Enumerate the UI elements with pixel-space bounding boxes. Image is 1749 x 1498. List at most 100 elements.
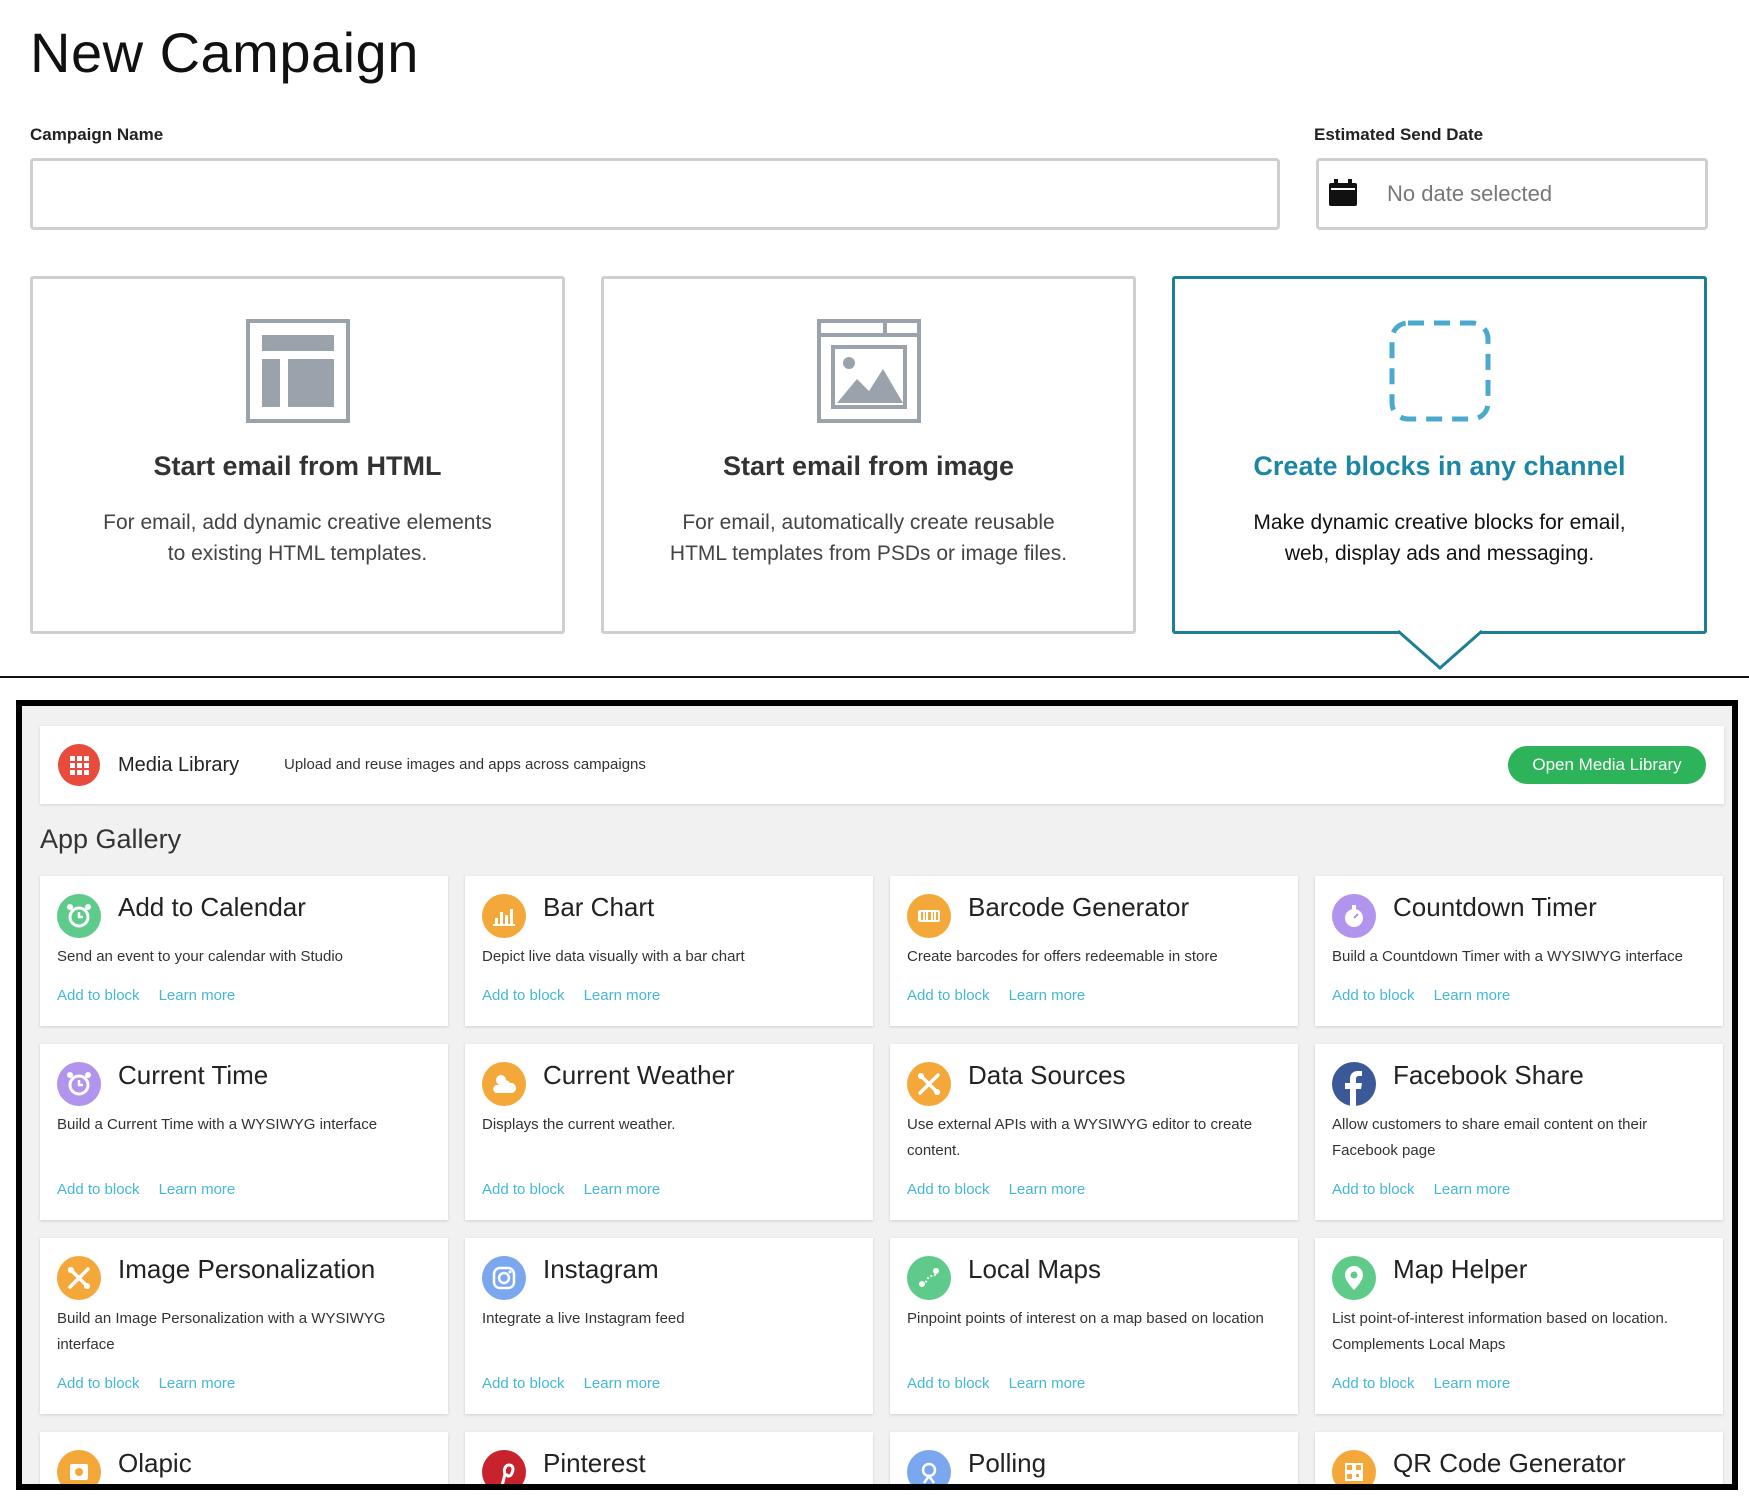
app-links: Add to block Learn more <box>482 987 679 1004</box>
app-description: Integrate a live Instagram feed <box>482 1310 685 1327</box>
app-card: Image Personalization Build an Image Pers… <box>40 1238 448 1414</box>
polling-icon <box>907 1450 951 1484</box>
tools-icon <box>907 1062 951 1106</box>
app-title: Bar Chart <box>543 892 655 922</box>
add-to-block-link[interactable]: Add to block <box>482 1375 565 1392</box>
app-card: Barcode Generator Create barcodes for off… <box>890 876 1298 1026</box>
olapic-icon <box>57 1450 101 1484</box>
app-title: Data Sources <box>968 1060 1126 1090</box>
app-title: Countdown Timer <box>1393 892 1597 922</box>
app-title: Current Weather <box>543 1060 735 1090</box>
app-card: Data Sources Use external APIs with a WYS… <box>890 1044 1298 1220</box>
dashed-block-icon <box>1389 320 1490 422</box>
campaign-name-field[interactable] <box>30 158 1280 230</box>
add-to-block-link[interactable]: Add to block <box>907 1181 990 1198</box>
stopwatch-icon <box>1332 894 1376 938</box>
add-to-block-link[interactable]: Add to block <box>1332 987 1415 1004</box>
app-description: Send an event to your calendar with Stud… <box>57 948 344 965</box>
facebook-icon <box>1332 1062 1376 1106</box>
app-description: Create barcodes for offers redeemable in… <box>907 948 1218 965</box>
barcode-icon <box>907 894 951 938</box>
app-title: Image Personalization <box>118 1254 376 1284</box>
send-date-picker[interactable]: No date selected <box>1316 158 1708 230</box>
app-description: List point-of-interest information based… <box>1332 1310 1669 1353</box>
app-links: Add to block Learn more <box>907 1375 1104 1392</box>
learn-more-link[interactable]: Learn more <box>584 987 661 1004</box>
map-route-icon <box>907 1256 951 1300</box>
add-to-block-link[interactable]: Add to block <box>57 1375 140 1392</box>
app-card: Add to Calendar Send an event to your cal… <box>40 876 448 1026</box>
qr-code-icon <box>1332 1450 1376 1484</box>
app-title: Add to Calendar <box>118 892 306 922</box>
learn-more-link[interactable]: Learn more <box>159 1181 236 1198</box>
app-title: Local Maps <box>968 1254 1101 1284</box>
app-links: Add to block Learn more <box>57 1375 254 1392</box>
option-description: Make dynamic creative blocks for email, … <box>1253 511 1626 565</box>
add-to-block-link[interactable]: Add to block <box>57 1181 140 1198</box>
app-links: Add to block Learn more <box>1332 1181 1529 1198</box>
app-links: Add to block Learn more <box>907 987 1104 1004</box>
app-title: Map Helper <box>1393 1254 1528 1284</box>
app-card: Bar Chart Depict live data visually with … <box>465 876 873 1026</box>
campaign-name-label: Campaign Name <box>30 125 164 144</box>
app-description: Depict live data visually with a bar cha… <box>482 948 745 965</box>
app-title: Pinterest <box>543 1448 646 1478</box>
add-to-block-link[interactable]: Add to block <box>1332 1181 1415 1198</box>
app-links: Add to block Learn more <box>1332 1375 1529 1392</box>
option-title: Create blocks in any channel <box>1253 451 1626 481</box>
option-start-from-html[interactable]: Start email from HTML For email, add dyn… <box>30 276 565 634</box>
image-template-icon <box>816 319 921 423</box>
learn-more-link[interactable]: Learn more <box>1009 1375 1086 1392</box>
app-card: Map Helper List point-of-interest informa… <box>1315 1238 1723 1414</box>
app-card: Current Weather Displays the current weat… <box>465 1044 873 1220</box>
learn-more-link[interactable]: Learn more <box>584 1181 661 1198</box>
alarm-clock-icon <box>57 1062 101 1106</box>
app-description: Displays the current weather. <box>482 1116 676 1133</box>
add-to-block-link[interactable]: Add to block <box>57 987 140 1004</box>
option-create-blocks[interactable]: Create blocks in any channel Make dynami… <box>1172 276 1707 634</box>
calendar-icon[interactable] <box>1329 179 1357 206</box>
selection-caret <box>1398 628 1482 670</box>
option-start-from-image[interactable]: Start email from image For email, automa… <box>601 276 1136 634</box>
app-description: Allow customers to share email content o… <box>1332 1116 1648 1159</box>
app-title: Current Time <box>118 1060 269 1090</box>
learn-more-link[interactable]: Learn more <box>159 1375 236 1392</box>
pinterest-icon <box>482 1450 526 1484</box>
add-to-block-link[interactable]: Add to block <box>482 1181 565 1198</box>
app-gallery-panel: Media Library Upload and reuse images an… <box>16 700 1738 1490</box>
tools-icon <box>57 1256 101 1300</box>
learn-more-link[interactable]: Learn more <box>1009 1181 1086 1198</box>
add-to-block-link[interactable]: Add to block <box>907 987 990 1004</box>
app-title: Polling <box>968 1448 1047 1478</box>
add-to-block-link[interactable]: Add to block <box>482 987 565 1004</box>
section-divider <box>0 676 1749 678</box>
add-to-block-link[interactable]: Add to block <box>1332 1375 1415 1392</box>
learn-more-link[interactable]: Learn more <box>584 1375 661 1392</box>
send-date-label: Estimated Send Date <box>1314 125 1484 144</box>
app-links: Add to block Learn more <box>57 987 254 1004</box>
app-title: QR Code Generator <box>1393 1448 1626 1478</box>
app-links: Add to block Learn more <box>907 1181 1104 1198</box>
app-title: Facebook Share <box>1393 1060 1584 1090</box>
learn-more-link[interactable]: Learn more <box>1009 987 1086 1004</box>
add-to-block-link[interactable]: Add to block <box>907 1375 990 1392</box>
html-template-icon <box>245 319 350 423</box>
learn-more-link[interactable]: Learn more <box>159 987 236 1004</box>
app-card: Olapic <box>40 1432 448 1484</box>
app-links: Add to block Learn more <box>1332 987 1529 1004</box>
app-card: Instagram Integrate a live Instagram feed… <box>465 1238 873 1414</box>
instagram-icon <box>482 1256 526 1300</box>
app-card: Polling <box>890 1432 1298 1484</box>
app-description: Build a Countdown Timer with a WYSIWYG i… <box>1332 948 1683 965</box>
app-title: Olapic <box>118 1448 192 1478</box>
learn-more-link[interactable]: Learn more <box>1434 987 1511 1004</box>
app-links: Add to block Learn more <box>482 1375 679 1392</box>
option-description: For email, automatically create reusable… <box>669 511 1068 565</box>
app-card: Pinterest <box>465 1432 873 1484</box>
send-date-value[interactable]: No date selected <box>1387 161 1552 227</box>
learn-more-link[interactable]: Learn more <box>1434 1181 1511 1198</box>
bar-chart-icon <box>482 894 526 938</box>
app-description: Use external APIs with a WYSIWYG editor … <box>907 1116 1253 1159</box>
learn-more-link[interactable]: Learn more <box>1434 1375 1511 1392</box>
campaign-name-input[interactable] <box>33 161 1277 227</box>
